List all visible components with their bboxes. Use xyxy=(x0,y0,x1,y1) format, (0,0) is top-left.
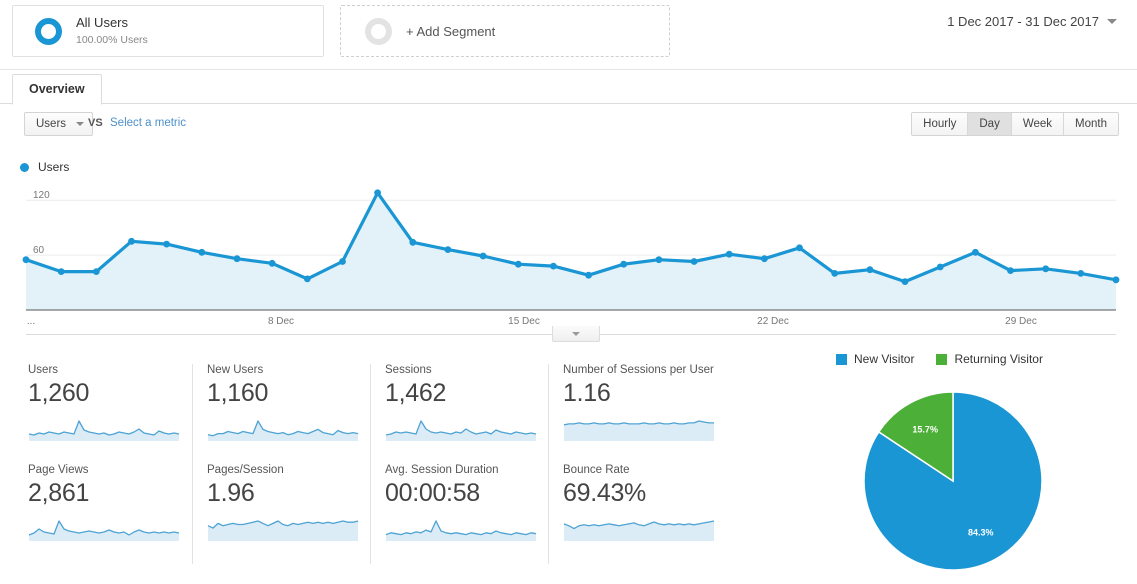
segment-donut-icon xyxy=(35,17,62,45)
metric-card-value: 1,260 xyxy=(28,379,90,407)
granularity-week[interactable]: Week xyxy=(1011,113,1065,135)
segment-title: All Users xyxy=(76,15,129,31)
sparkline-chart xyxy=(385,416,537,442)
metric-card-value: 1.16 xyxy=(563,379,611,407)
granularity-hourly[interactable]: Hourly xyxy=(912,113,969,135)
x-tick-4: 29 Dec xyxy=(1005,316,1037,327)
metric-card-value: 69.43% xyxy=(563,479,646,507)
segment-bar: All Users 100.00% Users + Add Segment 1 … xyxy=(0,0,1137,70)
chart-collapse-handle[interactable] xyxy=(552,326,600,342)
sparkline-chart xyxy=(207,416,359,442)
sparkline-chart xyxy=(207,516,359,542)
granularity-day[interactable]: Day xyxy=(968,113,1012,135)
metric-card-row-1: Users 1,260 New Users 1,160 Sessions 1,4… xyxy=(14,364,744,464)
segment-all-users-text: All Users 100.00% Users xyxy=(76,15,148,46)
legend-swatch-icon xyxy=(936,353,948,365)
tab-bar: Overview xyxy=(0,70,1137,105)
metric-card-new-users[interactable]: New Users 1,160 xyxy=(192,364,370,464)
pie-legend-label: New Visitor xyxy=(854,352,915,366)
granularity-toggle-group: Hourly Day Week Month xyxy=(911,112,1119,136)
primary-metric-label: Users xyxy=(36,118,67,130)
x-tick-3: 22 Dec xyxy=(757,316,789,327)
chevron-down-icon xyxy=(572,331,580,336)
sparkline-chart xyxy=(563,516,715,542)
add-segment-label: + Add Segment xyxy=(406,23,496,39)
x-tick-2: 15 Dec xyxy=(508,316,540,327)
chart-legend: Users xyxy=(20,160,69,174)
metric-card-value: 1,462 xyxy=(385,379,447,407)
pie-legend-label: Returning Visitor xyxy=(954,352,1043,366)
select-a-metric-link[interactable]: Select a metric xyxy=(110,117,186,129)
sparkline-chart xyxy=(385,516,537,542)
metric-selector-row: Users VS Select a metric Hourly Day Week… xyxy=(0,112,1137,144)
metric-card-pages-per-session[interactable]: Pages/Session 1.96 xyxy=(192,464,370,564)
add-segment-donut-icon xyxy=(365,17,392,45)
metric-cards-grid: Users 1,260 New Users 1,160 Sessions 1,4… xyxy=(14,364,744,564)
x-tick-0: ... xyxy=(26,316,36,327)
metric-card-bounce-rate[interactable]: Bounce Rate 69.43% xyxy=(548,464,726,564)
legend-swatch-icon xyxy=(836,353,847,365)
granularity-month[interactable]: Month xyxy=(1064,113,1118,135)
metric-card-value: 1,160 xyxy=(207,379,269,407)
tab-overview[interactable]: Overview xyxy=(12,74,102,105)
x-tick-1: 8 Dec xyxy=(267,316,295,327)
segment-subtitle: 100.00% Users xyxy=(76,33,148,46)
metric-card-users[interactable]: Users 1,260 xyxy=(14,364,192,464)
metric-card-value: 2,861 xyxy=(28,479,90,507)
metric-card-value: 1.96 xyxy=(207,479,255,507)
legend-dot-icon xyxy=(20,162,29,172)
add-segment-button[interactable]: + Add Segment xyxy=(340,5,670,57)
pie-legend-new-visitor[interactable]: New Visitor xyxy=(836,352,914,366)
y-tick-120: 120 xyxy=(33,190,50,201)
metric-card-label: Page Views xyxy=(28,464,89,476)
legend-label-users: Users xyxy=(38,160,70,174)
users-over-time-chart[interactable] xyxy=(0,178,1137,314)
pie-legend: New Visitor Returning Visitor xyxy=(836,352,1043,366)
sparkline-chart xyxy=(28,516,180,542)
metric-card-label: Pages/Session xyxy=(207,464,284,476)
new-vs-returning-pie-chart[interactable]: 84.3% 15.7% xyxy=(848,388,1058,574)
svg-text:15.7%: 15.7% xyxy=(912,424,938,434)
metric-card-avg-session-duration[interactable]: Avg. Session Duration 00:00:58 xyxy=(370,464,548,564)
metric-card-label: Avg. Session Duration xyxy=(385,464,499,476)
metric-card-label: Sessions xyxy=(385,364,432,376)
segment-card-all-users[interactable]: All Users 100.00% Users xyxy=(12,5,324,57)
pie-legend-returning-visitor[interactable]: Returning Visitor xyxy=(936,352,1043,366)
primary-metric-dropdown[interactable]: Users xyxy=(24,112,94,136)
metric-card-row-2: Page Views 2,861 Pages/Session 1.96 Avg.… xyxy=(14,464,744,564)
y-tick-60: 60 xyxy=(33,245,45,256)
metric-card-label: New Users xyxy=(207,364,264,376)
metric-card-label: Bounce Rate xyxy=(563,464,630,476)
chevron-down-icon xyxy=(1107,19,1117,24)
metric-card-label: Number of Sessions per User xyxy=(563,364,714,376)
metric-card-value: 00:00:58 xyxy=(385,479,480,507)
svg-text:84.3%: 84.3% xyxy=(968,528,994,538)
date-range-label: 1 Dec 2017 - 31 Dec 2017 xyxy=(947,14,1099,29)
date-range-picker[interactable]: 1 Dec 2017 - 31 Dec 2017 xyxy=(947,14,1117,29)
chevron-down-icon xyxy=(76,122,85,126)
metric-card-sessions-per-user[interactable]: Number of Sessions per User 1.16 xyxy=(548,364,726,464)
sparkline-chart xyxy=(563,416,715,442)
vs-label: VS xyxy=(88,117,103,129)
metric-card-label: Users xyxy=(28,364,59,376)
metric-card-sessions[interactable]: Sessions 1,462 xyxy=(370,364,548,464)
metric-card-page-views[interactable]: Page Views 2,861 xyxy=(14,464,192,564)
sparkline-chart xyxy=(28,416,180,442)
